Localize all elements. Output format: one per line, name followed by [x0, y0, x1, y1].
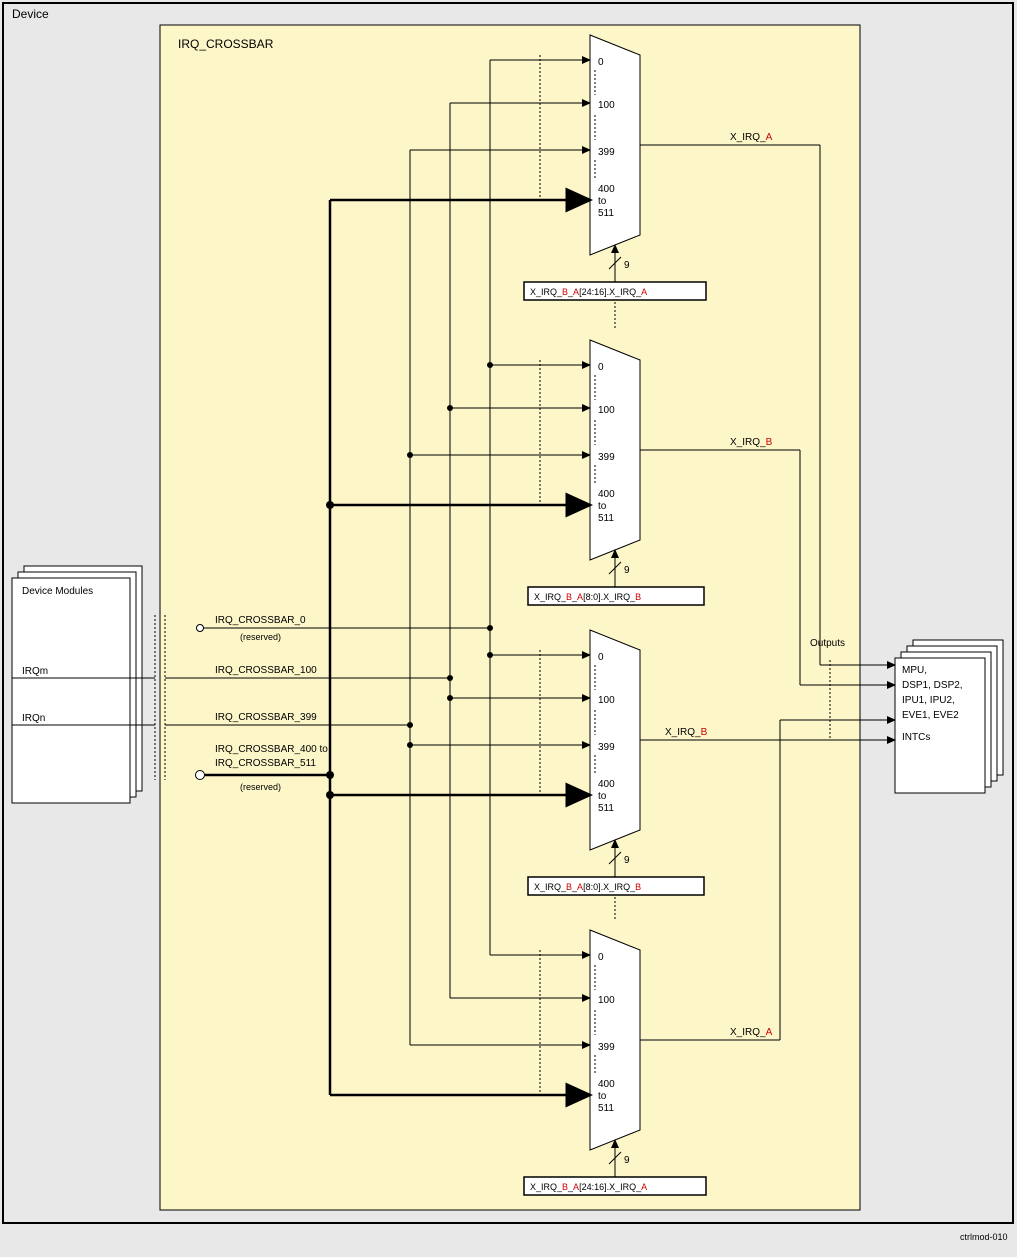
intc-modules: MPU, DSP1, DSP2, IPU1, IPU2, EVE1, EVE2 …: [895, 640, 1003, 793]
svg-text:IRQ_CROSSBAR_100: IRQ_CROSSBAR_100: [215, 665, 317, 676]
svg-text:0: 0: [598, 57, 604, 68]
svg-text:0: 0: [598, 952, 604, 963]
svg-text:IRQ_CROSSBAR_399: IRQ_CROSSBAR_399: [215, 712, 317, 723]
svg-text:399: 399: [598, 742, 615, 753]
svg-text:100: 100: [598, 995, 615, 1006]
svg-text:X_IRQ_B_A[8:0].X_IRQ_B: X_IRQ_B_A[8:0].X_IRQ_B: [534, 592, 641, 602]
device-modules: Device Modules IRQm IRQn: [12, 566, 142, 803]
irqn-label: IRQn: [22, 713, 45, 724]
svg-text:IRQ_CROSSBAR_0: IRQ_CROSSBAR_0: [215, 615, 306, 626]
svg-text:INTCs: INTCs: [902, 732, 930, 743]
svg-text:to: to: [598, 791, 607, 802]
svg-text:X_IRQ_B_A[24:16].X_IRQ_A: X_IRQ_B_A[24:16].X_IRQ_A: [530, 1182, 647, 1192]
irqm-label: IRQm: [22, 666, 48, 677]
svg-text:400: 400: [598, 184, 615, 195]
mux-2: 0 100 399 400 to 511: [590, 340, 640, 560]
mux-4: 0 100 399 400 to 511: [590, 930, 640, 1150]
outputs-label: Outputs: [810, 638, 845, 649]
svg-text:9: 9: [624, 260, 630, 271]
svg-text:511: 511: [598, 803, 614, 814]
svg-text:IPU1, IPU2,: IPU1, IPU2,: [902, 695, 955, 706]
svg-text:9: 9: [624, 1155, 630, 1166]
svg-text:X_IRQ_B: X_IRQ_B: [665, 727, 708, 738]
svg-text:9: 9: [624, 855, 630, 866]
svg-text:400: 400: [598, 779, 615, 790]
crossbar-label: IRQ_CROSSBAR: [178, 37, 274, 51]
svg-text:399: 399: [598, 1042, 615, 1053]
svg-text:399: 399: [598, 452, 615, 463]
svg-text:400: 400: [598, 1079, 615, 1090]
svg-text:X_IRQ_A: X_IRQ_A: [730, 1027, 773, 1038]
mux-1: 0 100 399 400 to 511: [590, 35, 640, 255]
svg-text:X_IRQ_A: X_IRQ_A: [730, 132, 773, 143]
svg-text:to: to: [598, 196, 607, 207]
svg-text:9: 9: [624, 565, 630, 576]
svg-text:511: 511: [598, 208, 614, 219]
svg-text:400: 400: [598, 489, 615, 500]
diagram-canvas: Device IRQ_CROSSBAR Device Modules IRQm …: [0, 0, 1017, 1257]
svg-text:399: 399: [598, 147, 615, 158]
device-label: Device: [12, 7, 49, 21]
svg-text:X_IRQ_B_A[8:0].X_IRQ_B: X_IRQ_B_A[8:0].X_IRQ_B: [534, 882, 641, 892]
svg-text:0: 0: [598, 652, 604, 663]
svg-text:100: 100: [598, 405, 615, 416]
svg-text:DSP1, DSP2,: DSP1, DSP2,: [902, 680, 963, 691]
svg-text:IRQ_CROSSBAR_400 to: IRQ_CROSSBAR_400 to: [215, 744, 328, 755]
svg-text:(reserved): (reserved): [240, 632, 281, 642]
svg-text:511: 511: [598, 513, 614, 524]
svg-text:MPU,: MPU,: [902, 665, 927, 676]
svg-text:X_IRQ_B_A[24:16].X_IRQ_A: X_IRQ_B_A[24:16].X_IRQ_A: [530, 287, 647, 297]
mux-3: 0 100 399 400 to 511: [590, 630, 640, 850]
svg-text:IRQ_CROSSBAR_511: IRQ_CROSSBAR_511: [215, 758, 316, 769]
svg-text:EVE1, EVE2: EVE1, EVE2: [902, 710, 959, 721]
svg-text:(reserved): (reserved): [240, 782, 281, 792]
svg-text:0: 0: [598, 362, 604, 373]
svg-text:100: 100: [598, 695, 615, 706]
svg-text:to: to: [598, 1091, 607, 1102]
svg-text:X_IRQ_B: X_IRQ_B: [730, 437, 773, 448]
device-modules-title: Device Modules: [22, 586, 93, 597]
svg-text:511: 511: [598, 1103, 614, 1114]
svg-text:100: 100: [598, 100, 615, 111]
svg-text:to: to: [598, 501, 607, 512]
figure-id: ctrlmod-010: [960, 1232, 1008, 1242]
